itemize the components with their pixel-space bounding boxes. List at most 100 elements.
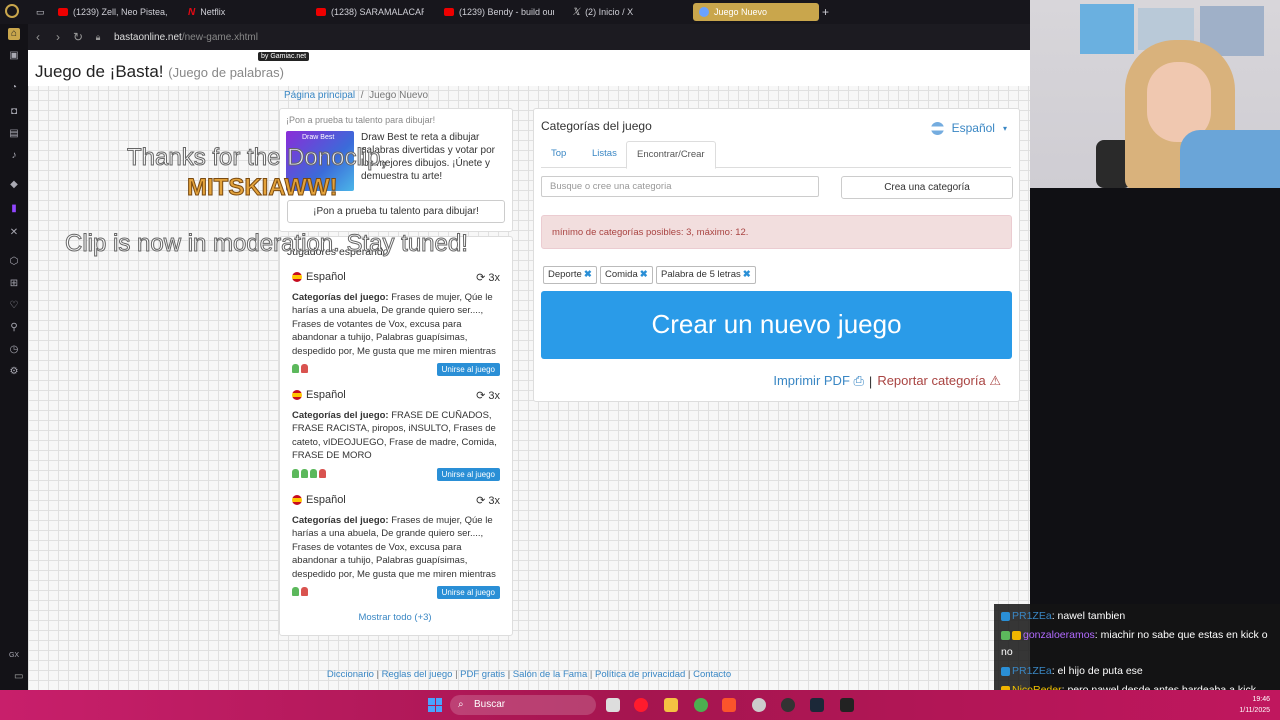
tab-youtube-2[interactable]: (1238) SARAMALACARA [316,3,424,21]
site-title[interactable]: Juego de ¡Basta! (Juego de palabras) [35,62,284,82]
promo-button[interactable]: ¡Pon a prueba tu talento para dibujar! [287,200,505,223]
category-search-input[interactable]: Busque o cree una categoria [541,176,819,197]
chrome-icon[interactable] [694,698,708,712]
back-icon[interactable]: ‹ [28,30,48,44]
remove-chip-icon[interactable]: ✖ [640,269,648,280]
print-pdf-link[interactable]: Imprimir PDF ⎙ [773,373,864,389]
game-language-label: Español [306,494,346,506]
extensions-icon[interactable]: ⬡ [8,256,20,268]
cats-label: Categorías del juego: [292,292,389,303]
create-category-button[interactable]: Crea una categoría [841,176,1013,199]
history-icon[interactable]: ◷ [8,344,20,356]
opera-gx-logo-icon[interactable] [5,4,19,18]
gx-icon[interactable]: GX [8,650,20,662]
home-icon[interactable]: ⌂ [8,28,20,40]
brave-icon[interactable] [722,698,736,712]
join-game-button[interactable]: Unirse al juego [436,468,500,481]
join-game-button[interactable]: Unirse al juego [436,363,500,376]
players-icons [292,469,326,478]
url-field[interactable]: bastaonline.net/new-game.xhtml [114,32,258,43]
lock-icon: 🔒︎ [95,31,101,42]
tab-label: (1239) Zell, Neo Pistea, Duki [73,7,170,17]
game-categories: Categorías del juego: FRASE DE CUÑADOS, … [292,409,498,463]
tab-netflix[interactable]: N Netflix [188,3,288,21]
tab-label: Juego Nuevo [714,7,768,17]
gamiac-badge[interactable]: by Gamiac.net [258,52,310,61]
x-sidebar-icon[interactable]: ✕ [8,227,20,239]
breadcrumb: Página principal / Juego Nuevo [284,90,428,101]
pin-icon[interactable]: ⚲ [8,322,20,334]
x-icon: 𝕏 [572,6,581,18]
kick-icon[interactable]: ◆ [8,179,20,191]
chip-label: Palabra de 5 letras [661,269,741,280]
rounds-label: 3x [488,390,500,402]
report-category-link[interactable]: Reportar categoría ⚠ [877,373,1001,389]
tab-label: (1238) SARAMALACARA [331,7,424,17]
heart-icon[interactable]: ♡ [8,300,20,312]
apps-icon[interactable]: ⊞ [8,278,20,290]
language-label: Español [951,121,995,135]
news-icon[interactable]: ▤ [8,128,20,140]
settings-icon[interactable]: ⚙ [8,366,20,378]
footer-link[interactable]: Salón de la Fama [513,669,587,680]
remove-chip-icon[interactable]: ✖ [584,269,592,280]
join-game-button[interactable]: Unirse al juego [436,586,500,599]
category-chip: Palabra de 5 letras ✖ [656,266,756,284]
poster [1080,4,1134,54]
clock-time: 19:46 [1252,696,1270,703]
speed-icon[interactable]: ◔ [8,82,20,94]
bag-icon[interactable]: ◘ [8,106,20,118]
player-icon [310,469,317,478]
tab-overview-icon[interactable]: ▭ [36,3,50,21]
restore-icon[interactable]: ▭ [14,671,23,682]
print-pdf-label: Imprimir PDF [773,373,850,388]
promo-heading: ¡Pon a prueba tu talento para dibujar! [286,115,436,125]
obs-icon[interactable] [781,698,795,712]
file-explorer-icon[interactable] [664,698,678,712]
new-tab-button[interactable]: + [822,3,834,21]
breadcrumb-home-link[interactable]: Página principal [284,90,355,101]
url-path: /new-game.xhtml [181,31,258,43]
app-q-icon[interactable] [840,698,854,712]
remove-chip-icon[interactable]: ✖ [743,269,751,280]
language-dropdown[interactable]: Español ▾ [930,121,1007,135]
player-icon [292,364,299,373]
windows-start-icon[interactable] [428,698,442,712]
app-icon[interactable] [752,698,766,712]
chat-user: PR1ZEa [1012,665,1052,677]
breadcrumb-separator: / [360,90,364,101]
browser-sidebar: ⌂ ▣ ◔ ◘ ▤ ♪ ◆ ▮ ✕ ⬡ ⊞ ♡ ⚲ ◷ ⚙ GX [0,24,28,696]
footer-link[interactable]: PDF gratis [460,669,505,680]
music-icon[interactable]: ♪ [8,150,20,162]
caret-down-icon: ▾ [1002,123,1007,133]
players-icons [292,587,308,596]
forward-icon[interactable]: › [48,30,68,44]
player-icon [292,469,299,478]
footer-link[interactable]: Diccionario [327,669,374,680]
netflix-icon: N [188,6,196,18]
waiting-players-panel: Jugadores esperando Español ⟳ 3x Categor… [279,236,513,636]
taskbar-search[interactable]: ⌕ Buscar [450,695,596,715]
system-clock[interactable]: 19:46 1/11/2025 [1239,694,1270,716]
panel-actions: Imprimir PDF ⎙ | Reportar categoría ⚠ [773,373,1001,389]
gamepad-icon[interactable]: ▣ [8,50,20,62]
show-all-link[interactable]: Mostrar todo (+3) [280,612,510,623]
tab-top[interactable]: Top [541,141,576,167]
tab-youtube-3[interactable]: (1239) Bendy - build our machine [444,3,554,21]
tab-youtube-1[interactable]: (1239) Zell, Neo Pistea, Duki [58,3,170,21]
footer-link[interactable]: Reglas del juego [382,669,453,680]
tab-listas[interactable]: Listas [582,141,627,167]
tab-encontrar-crear[interactable]: Encontrar/Crear [626,141,716,169]
tab-label: (2) Inicio / X [585,7,634,17]
twitch-icon[interactable]: ▮ [8,203,20,215]
tab-x[interactable]: 𝕏 (2) Inicio / X [572,3,672,21]
footer-link[interactable]: Política de privacidad [595,669,685,680]
player-icon [319,469,326,478]
steam-icon[interactable] [810,698,824,712]
tab-juego-nuevo[interactable]: Juego Nuevo [693,3,819,21]
reload-icon[interactable]: ↻ [68,30,88,44]
opera-icon[interactable] [634,698,648,712]
footer-link[interactable]: Contacto [693,669,731,680]
task-view-icon[interactable] [606,698,620,712]
create-new-game-button[interactable]: Crear un nuevo juego [541,291,1012,359]
